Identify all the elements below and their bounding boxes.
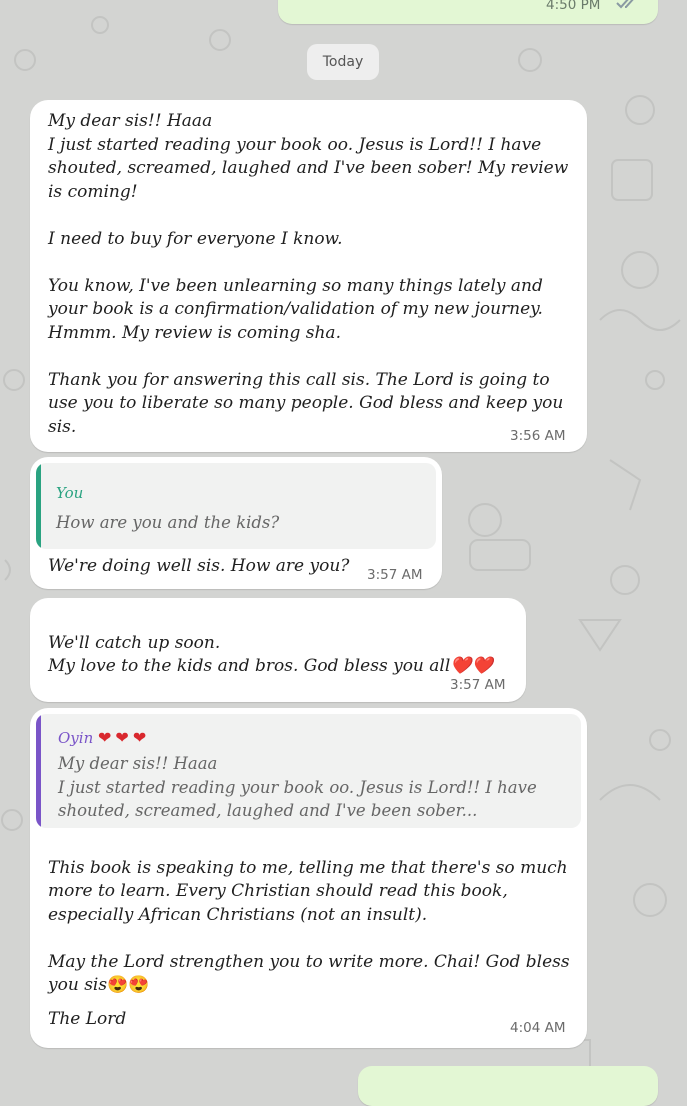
message-text: We're doing well sis. How are you? xyxy=(48,556,350,576)
reply-text: How are you and the kids? xyxy=(56,513,280,532)
incoming-message-bubble[interactable]: Oyin ❤❤❤ My dear sis!! Haaa I just start… xyxy=(30,708,587,1048)
heart-eyes-emoji: 😍😍 xyxy=(107,975,150,995)
red-heart-emoji: ❤️❤️ xyxy=(450,656,493,676)
reply-author: You xyxy=(56,484,84,502)
message-text-continued: The Lord xyxy=(48,1009,127,1029)
reply-author: Oyin ❤❤❤ xyxy=(58,728,150,747)
message-time: 4:04 AM xyxy=(510,1020,566,1036)
reply-quote-bar xyxy=(36,463,41,549)
message-text: My dear sis!! Haaa I just started readin… xyxy=(48,111,569,437)
incoming-message-bubble[interactable]: You How are you and the kids? We're doin… xyxy=(30,457,442,589)
reply-quote[interactable]: You How are you and the kids? xyxy=(36,463,436,549)
reply-text: My dear sis!! Haaa I just started readin… xyxy=(58,754,537,820)
outgoing-message-bubble-partial[interactable]: 4:50 PM xyxy=(278,0,658,24)
message-time: 3:57 AM xyxy=(367,567,423,583)
message-time: 3:56 AM xyxy=(510,428,566,444)
message-text-body: We'll catch up soon. My love to the kids… xyxy=(48,632,451,677)
message-time: 3:57 AM xyxy=(450,677,506,693)
message-text: We'll catch up soon. My love to the kids… xyxy=(48,608,518,679)
date-separator-chip: Today xyxy=(307,44,379,80)
heart-emoji: ❤❤❤ xyxy=(98,728,151,747)
outgoing-message-bubble-partial[interactable] xyxy=(358,1066,658,1106)
message-text: This book is speaking to me, telling me … xyxy=(48,833,573,998)
incoming-message-bubble[interactable]: We'll catch up soon. My love to the kids… xyxy=(30,598,526,702)
message-time: 4:50 PM xyxy=(546,0,601,13)
read-double-check-icon xyxy=(615,0,643,10)
reply-quote[interactable]: Oyin ❤❤❤ My dear sis!! Haaa I just start… xyxy=(36,714,581,828)
reply-author-name: Oyin xyxy=(58,729,94,747)
incoming-message-bubble[interactable]: My dear sis!! Haaa I just started readin… xyxy=(30,100,587,452)
reply-quote-bar xyxy=(36,714,41,828)
